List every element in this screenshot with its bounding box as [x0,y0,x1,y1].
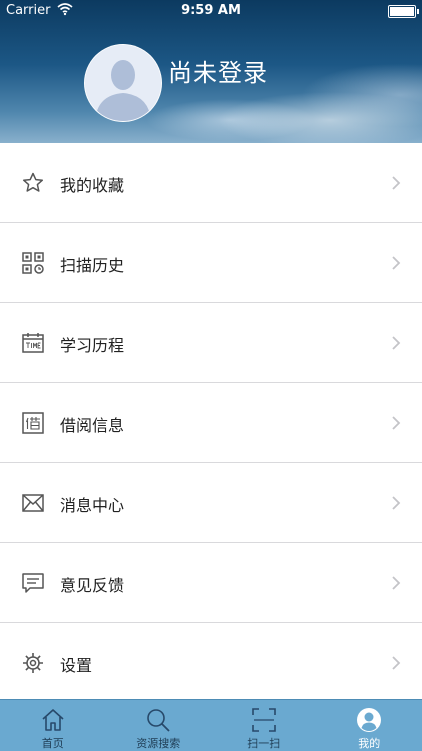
menu-item-label: 借阅信息 [60,412,124,436]
tab-mine[interactable]: 我的 [317,700,422,751]
menu-item-label: 消息中心 [60,492,124,516]
tab-label: 扫一扫 [211,735,317,751]
user-icon [356,707,382,733]
tab-bar: 首页 资源搜索 扫一扫 我的 [0,699,422,751]
profile-header: Carrier 9:59 AM 尚未登录 [0,0,422,143]
menu-item-scan-history[interactable]: 扫描历史 [0,223,422,303]
home-icon [40,707,66,733]
tab-home[interactable]: 首页 [0,700,106,751]
menu-item-label: 设置 [60,652,92,676]
menu-item-favorites[interactable]: 我的收藏 [0,143,422,223]
menu-item-label: 学习历程 [60,332,124,356]
chevron-right-icon [390,175,402,191]
chevron-right-icon [390,255,402,271]
chevron-right-icon [390,655,402,671]
chevron-right-icon [390,415,402,431]
menu-item-label: 意见反馈 [60,572,124,596]
menu-item-feedback[interactable]: 意见反馈 [0,543,422,623]
gear-icon [21,651,45,675]
avatar-placeholder-icon [85,45,161,121]
calendar-time-icon [21,331,45,355]
tab-label: 我的 [317,735,422,751]
avatar[interactable] [84,44,162,122]
borrow-icon [21,411,45,435]
battery-icon [388,5,416,18]
login-status[interactable]: 尚未登录 [168,53,268,88]
tab-label: 首页 [0,735,106,751]
comment-icon [21,571,45,595]
scan-icon [251,707,277,733]
status-bar: Carrier 9:59 AM [0,0,422,22]
tab-scan[interactable]: 扫一扫 [211,700,317,751]
tab-label: 资源搜索 [106,735,212,751]
chevron-right-icon [390,575,402,591]
menu-item-message-center[interactable]: 消息中心 [0,463,422,543]
chevron-right-icon [390,495,402,511]
clock: 9:59 AM [0,3,422,18]
menu-item-label: 扫描历史 [60,252,124,276]
menu-item-borrow-info[interactable]: 借阅信息 [0,383,422,463]
envelope-icon [21,491,45,515]
search-icon [145,707,171,733]
qr-code-icon [21,251,45,275]
menu-item-learning-history[interactable]: 学习历程 [0,303,422,383]
chevron-right-icon [390,335,402,351]
menu-item-settings[interactable]: 设置 [0,623,422,702]
tab-resource-search[interactable]: 资源搜索 [106,700,212,751]
menu-item-label: 我的收藏 [60,172,124,196]
menu-list: 我的收藏 扫描历史 [0,143,422,702]
star-icon [21,171,45,195]
